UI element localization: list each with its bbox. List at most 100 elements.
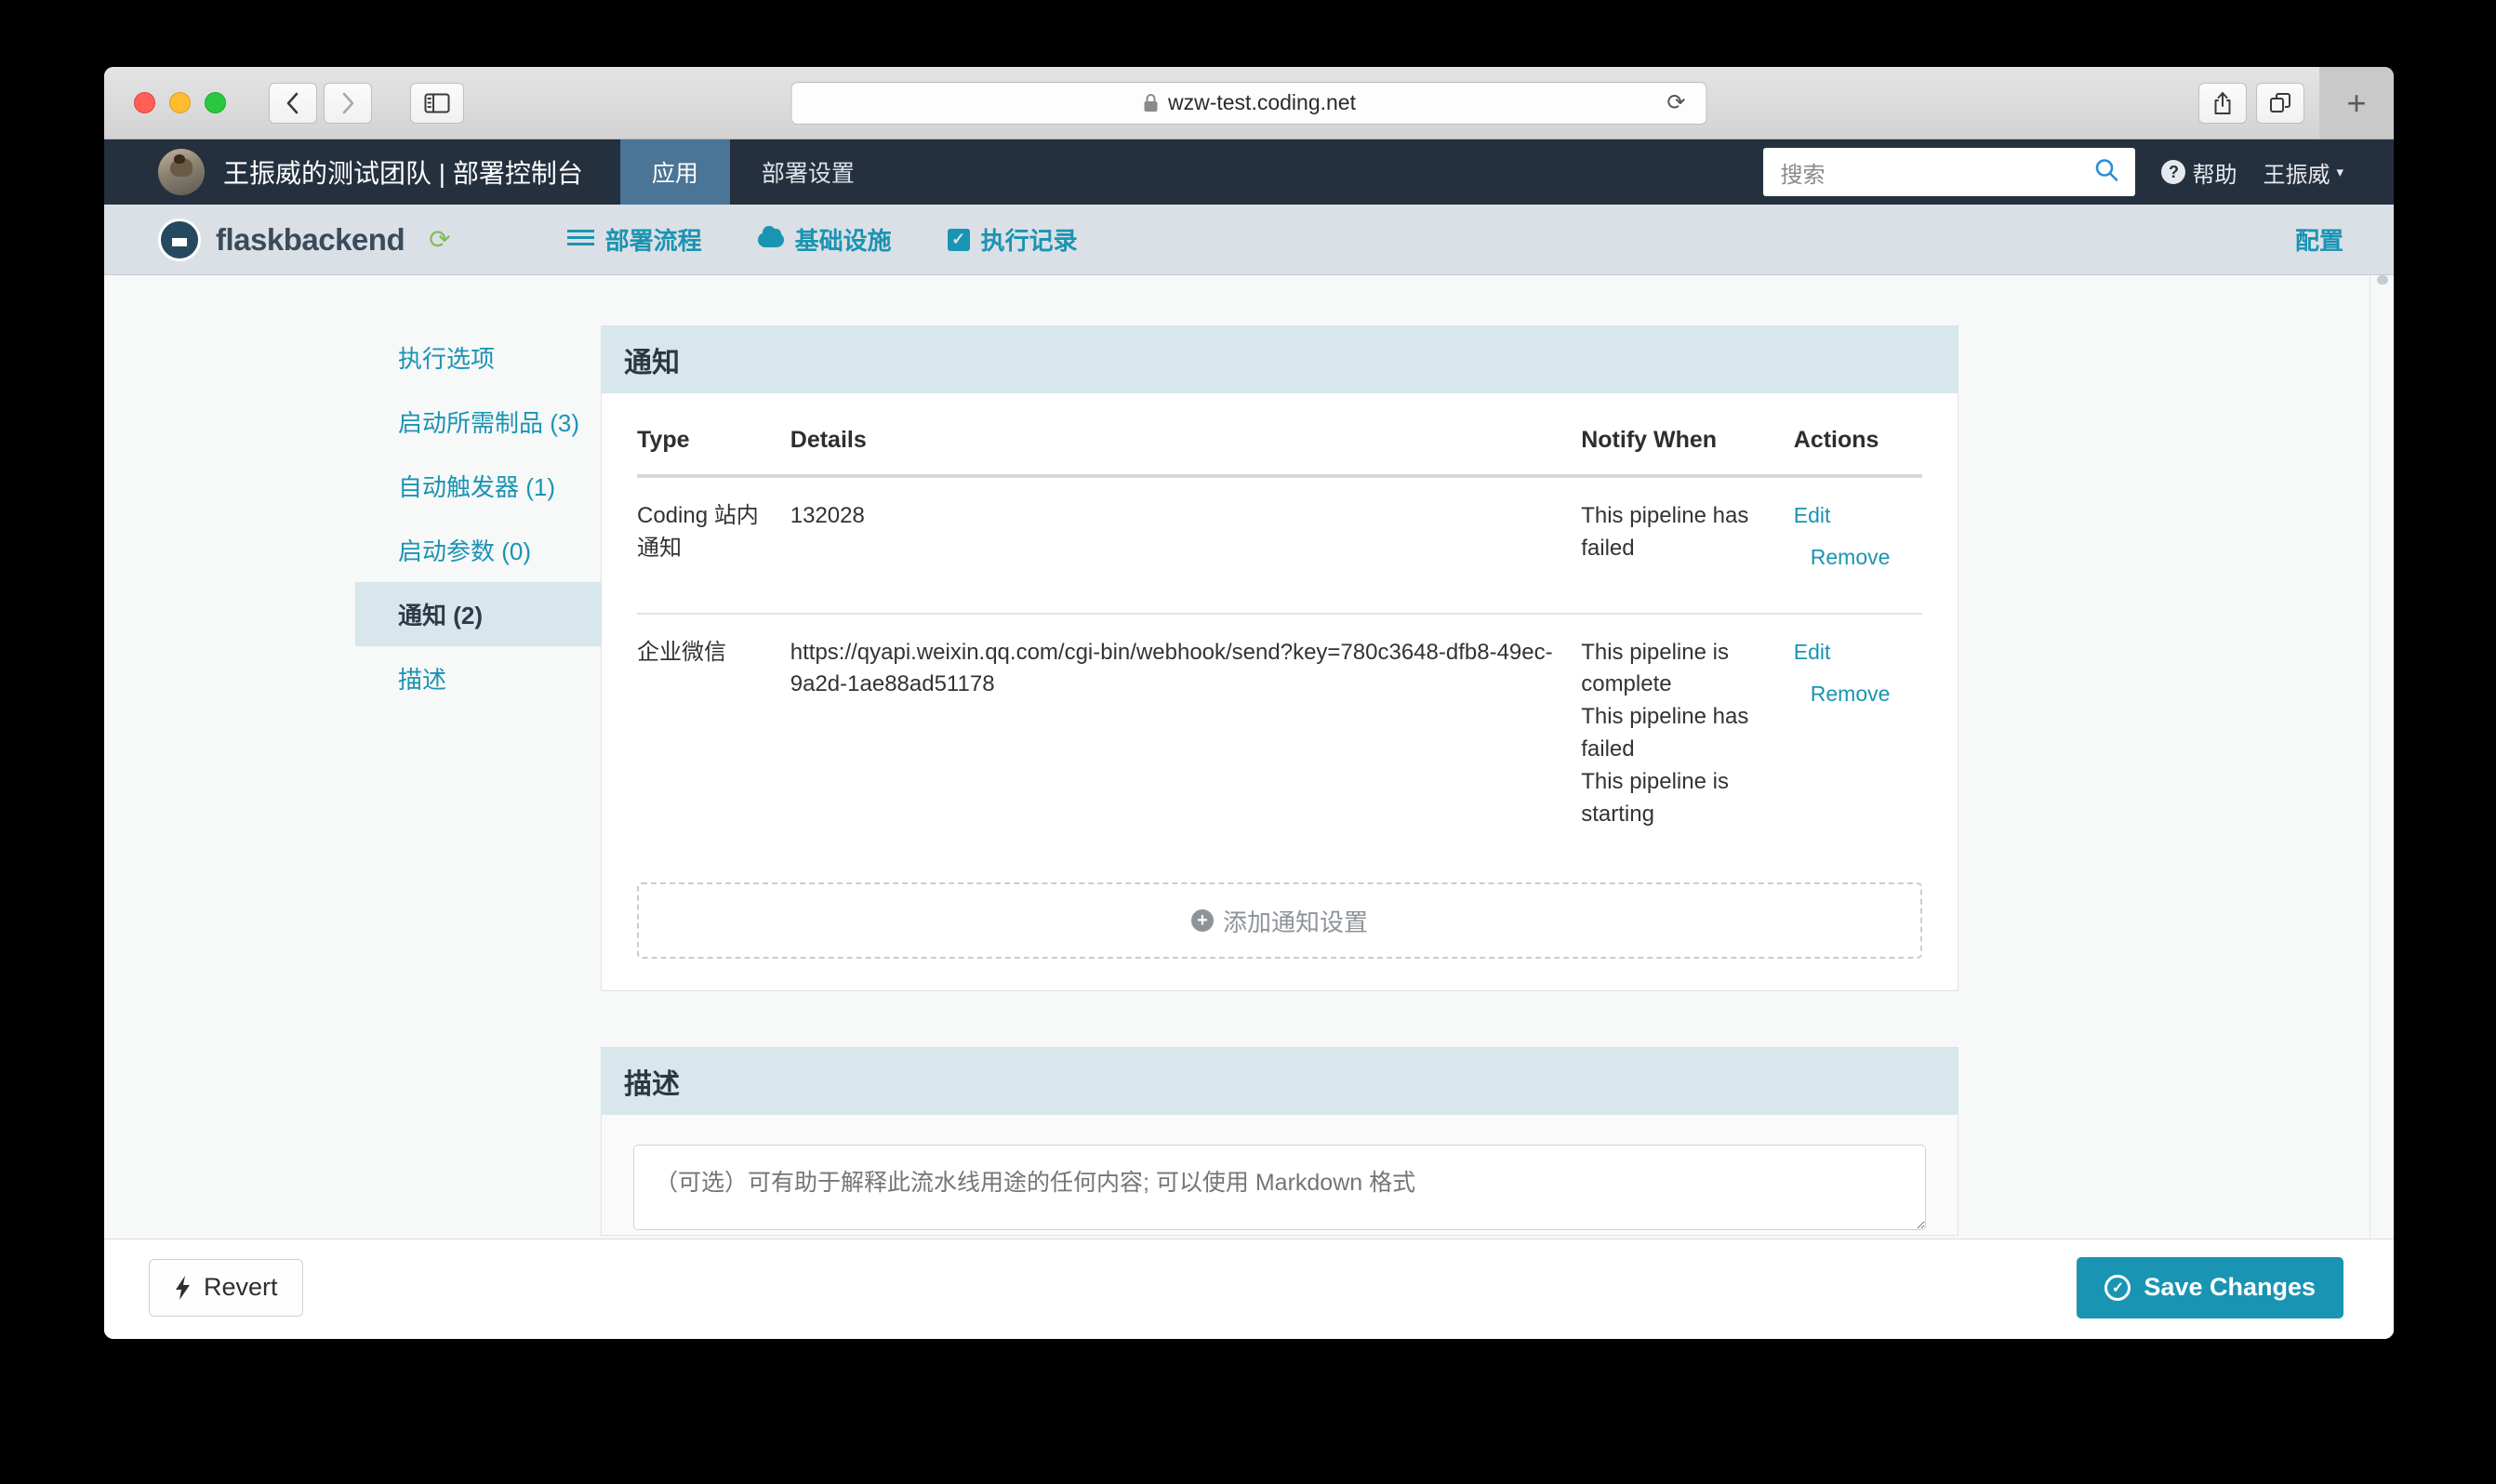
browser-right-buttons — [2198, 82, 2304, 124]
tab-overview-icon — [2270, 92, 2290, 113]
browser-nav-buttons — [269, 82, 464, 124]
page-body: 执行选项 启动所需制品 (3) 自动触发器 (1) 启动参数 (0) 通知 (2… — [104, 275, 2394, 1335]
settings-sidebar: 执行选项 启动所需制品 (3) 自动触发器 (1) 启动参数 (0) 通知 (2… — [104, 325, 754, 1335]
help-link[interactable]: ? 帮助 — [2161, 156, 2237, 189]
chevron-right-icon — [342, 92, 354, 113]
cell-notify-when: This pipeline is complete This pipeline … — [1581, 614, 1794, 859]
cell-type: 企业微信 — [637, 639, 726, 665]
sidebar-item-label: 描述 — [398, 666, 447, 694]
notifications-panel-body: Type Details Notify When Actions Coding … — [601, 393, 1958, 992]
topnav-item-deploy-settings[interactable]: 部署设置 — [730, 139, 886, 205]
table-header-row: Type Details Notify When Actions — [637, 427, 1922, 478]
user-label: 王振威 — [2263, 162, 2330, 188]
search-icon[interactable] — [2092, 156, 2120, 189]
topnav-right: 搜索 ? 帮助 王振威 ▾ — [1763, 139, 2394, 205]
settings-content: 通知 Type Details Notify When Actions Codi… — [601, 325, 1958, 1335]
edit-link[interactable]: Edit — [1794, 637, 1922, 668]
top-navigation-bar: 王振威的测试团队 | 部署控制台 应用 部署设置 搜索 ? 帮助 王振威 ▾ — [104, 139, 2394, 205]
sidebar-item-automated-triggers[interactable]: 自动触发器 (1) — [355, 454, 601, 518]
forward-button[interactable] — [324, 82, 372, 124]
tab-overview-button[interactable] — [2256, 82, 2304, 124]
revert-label: Revert — [204, 1273, 278, 1301]
share-icon — [2214, 91, 2231, 114]
sidebar-item-label: 启动所需制品 (3) — [398, 409, 580, 437]
sidebar-item-execution-options[interactable]: 执行选项 — [355, 325, 601, 390]
minimize-window-button[interactable] — [169, 92, 191, 113]
table-row: 企业微信 https://qyapi.weixin.qq.com/cgi-bin… — [637, 614, 1922, 859]
address-bar[interactable]: wzw-test.coding.net ⟳ — [790, 81, 1707, 125]
remove-link[interactable]: Remove — [1811, 679, 1922, 709]
new-tab-button[interactable]: + — [2319, 67, 2394, 139]
add-notification-button[interactable]: + 添加通知设置 — [637, 882, 1922, 960]
check-circle-icon: ✓ — [2104, 1274, 2131, 1301]
question-circle-icon: ? — [2161, 160, 2186, 184]
topnav-item-apps[interactable]: 应用 — [619, 139, 730, 205]
refresh-icon[interactable]: ⟳ — [429, 224, 450, 255]
sidebar-item-label: 自动触发器 (1) — [398, 473, 556, 501]
chevron-down-icon: ▾ — [2336, 165, 2343, 180]
save-changes-button[interactable]: ✓ Save Changes — [2077, 1256, 2343, 1318]
plus-circle-icon: + — [1190, 909, 1214, 933]
reload-button[interactable]: ⟳ — [1666, 91, 1685, 114]
add-notification-label: 添加通知设置 — [1222, 908, 1368, 936]
brand[interactable]: 王振威的测试团队 | 部署控制台 — [104, 139, 620, 205]
back-button[interactable] — [269, 82, 317, 124]
revert-button[interactable]: Revert — [149, 1258, 303, 1317]
search-placeholder: 搜索 — [1780, 162, 1826, 188]
sidebar-item-description[interactable]: 描述 — [355, 646, 601, 710]
app-tab-label: 执行记录 — [980, 227, 1078, 255]
cell-details: 132028 — [790, 476, 1582, 615]
cell-actions: Edit Remove — [1793, 476, 1922, 615]
browser-chrome: wzw-test.coding.net ⟳ + — [104, 67, 2394, 139]
browser-window: wzw-test.coding.net ⟳ + 王振威的测试团队 | 部署控制台… — [104, 67, 2394, 1339]
user-menu[interactable]: 王振威 ▾ — [2263, 156, 2343, 189]
column-header-details: Details — [790, 427, 1582, 478]
cell-type: Coding 站内通知 — [637, 476, 790, 615]
window-controls — [134, 92, 226, 113]
cell-actions: Edit Remove — [1794, 614, 1922, 859]
chevron-left-icon — [286, 92, 299, 113]
remove-link[interactable]: Remove — [1811, 542, 1922, 573]
panel-spacer — [601, 991, 1958, 1047]
sidebar-toggle-icon — [424, 93, 450, 113]
app-tab-label: 部署流程 — [604, 227, 702, 255]
notify-when-line: This pipeline has failed — [1581, 704, 1749, 762]
sidebar-item-required-artifacts[interactable]: 启动所需制品 (3) — [355, 390, 601, 454]
sidebar-item-label: 执行选项 — [398, 345, 496, 373]
topnav-item-label: 应用 — [651, 161, 698, 187]
share-button[interactable] — [2198, 82, 2247, 124]
scroll-area: 执行选项 启动所需制品 (3) 自动触发器 (1) 启动参数 (0) 通知 (2… — [104, 275, 2370, 1335]
description-textarea[interactable] — [633, 1145, 1926, 1231]
app-tab-deploy-flow[interactable]: 部署流程 — [567, 222, 702, 257]
description-panel-body — [601, 1115, 1958, 1237]
cell-details: https://qyapi.weixin.qq.com/cgi-bin/webh… — [790, 639, 1553, 697]
avatar — [158, 149, 205, 195]
notify-when-line: This pipeline is starting — [1581, 768, 1729, 827]
sidebar-item-label: 通知 (2) — [398, 602, 484, 629]
config-link[interactable]: 配置 — [2295, 222, 2343, 257]
cell-notify-when: This pipeline has failed — [1581, 476, 1794, 615]
app-name: flaskbackend — [216, 221, 405, 257]
team-title: 王振威的测试团队 | 部署控制台 — [223, 159, 583, 188]
app-tab-label: 基础设施 — [794, 227, 892, 255]
search-input[interactable]: 搜索 — [1763, 148, 2136, 196]
close-window-button[interactable] — [134, 92, 155, 113]
vertical-scrollbar[interactable] — [2370, 275, 2394, 1335]
edit-link[interactable]: Edit — [1794, 500, 1922, 531]
sidebar-toggle-button[interactable] — [410, 82, 464, 124]
checkbox-icon: ✓ — [947, 228, 970, 251]
column-header-notify-when: Notify When — [1581, 427, 1794, 478]
cloud-icon — [757, 225, 784, 247]
app-bar: flaskbackend ⟳ 部署流程 基础设施 ✓ 执行记录 配置 — [104, 205, 2394, 275]
scrollbar-thumb[interactable] — [2377, 275, 2388, 285]
notifications-panel-title: 通知 — [601, 325, 1958, 393]
column-header-actions: Actions — [1793, 427, 1922, 478]
maximize-window-button[interactable] — [205, 92, 226, 113]
help-label: 帮助 — [2192, 162, 2237, 188]
sidebar-item-parameters[interactable]: 启动参数 (0) — [355, 518, 601, 582]
notifications-table: Type Details Notify When Actions Coding … — [637, 427, 1922, 858]
app-tab-infrastructure[interactable]: 基础设施 — [757, 222, 892, 257]
notify-when-line: This pipeline has failed — [1581, 503, 1749, 561]
app-tab-execution-records[interactable]: ✓ 执行记录 — [947, 222, 1078, 257]
description-panel-title: 描述 — [601, 1047, 1958, 1116]
